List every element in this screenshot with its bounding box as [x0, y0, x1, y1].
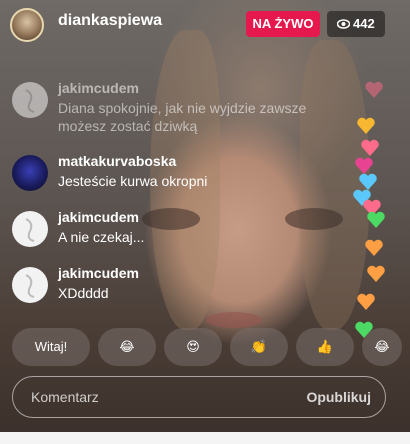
quick-reactions-bar: Witaj! 😂 😍 👏 👍 😂: [0, 328, 410, 368]
heart-icon: [365, 81, 383, 98]
quick-reaction-witaj[interactable]: Witaj!: [12, 328, 90, 366]
heart-icon: [367, 265, 385, 282]
commenter-username[interactable]: matkakurvaboska: [58, 153, 176, 169]
heart-icon: [357, 293, 375, 310]
comment-item: jakimcudem A nie czekaj...: [12, 209, 352, 251]
comment-text: Jesteście kurwa okropni: [58, 173, 208, 189]
commenter-avatar[interactable]: [12, 155, 48, 191]
commenter-avatar[interactable]: [12, 267, 48, 303]
commenter-avatar[interactable]: [12, 82, 48, 118]
viewer-count-badge[interactable]: 442: [327, 11, 385, 37]
comment-item: jakimcudem Diana spokojnie, jak nie wyjd…: [12, 80, 352, 140]
comment-item: jakimcudem XDdddd: [12, 265, 352, 307]
heart-icon: [361, 139, 379, 156]
quick-reaction-heart-eyes[interactable]: 😍: [164, 328, 222, 366]
quick-reaction-laugh-2[interactable]: 😂: [362, 328, 402, 366]
heart-icon: [367, 211, 385, 228]
comment-text: Diana spokojnie, jak nie wyjdzie zawsze …: [58, 100, 307, 134]
viewer-count: 442: [353, 16, 375, 31]
commenter-username[interactable]: jakimcudem: [58, 80, 139, 96]
live-header: diankaspiewa NA ŻYWO 442: [0, 0, 410, 44]
face-lips: [206, 312, 262, 328]
quick-reaction-clap[interactable]: 👏: [230, 328, 288, 366]
comment-composer[interactable]: Komentarz Opublikuj: [12, 376, 386, 418]
quick-reaction-thumbs-up[interactable]: 👍: [296, 328, 354, 366]
commenter-avatar[interactable]: [12, 211, 48, 247]
broadcaster-avatar[interactable]: [10, 8, 44, 42]
heart-icon: [357, 117, 375, 134]
bottom-nav-strip: [0, 432, 410, 444]
live-badge: NA ŻYWO: [246, 11, 320, 37]
eye-icon: [337, 19, 350, 29]
floating-hearts: [352, 80, 398, 360]
quick-reaction-laugh[interactable]: 😂: [98, 328, 156, 366]
comment-input[interactable]: Komentarz: [31, 389, 99, 405]
broadcaster-username[interactable]: diankaspiewa: [58, 12, 162, 30]
commenter-username[interactable]: jakimcudem: [58, 209, 139, 225]
heart-icon: [365, 239, 383, 256]
comment-text: A nie czekaj...: [58, 229, 145, 245]
comment-text: XDdddd: [58, 285, 109, 301]
commenter-username[interactable]: jakimcudem: [58, 265, 139, 281]
publish-button[interactable]: Opublikuj: [306, 389, 371, 405]
comment-item: matkakurvaboska Jesteście kurwa okropni: [12, 153, 352, 195]
